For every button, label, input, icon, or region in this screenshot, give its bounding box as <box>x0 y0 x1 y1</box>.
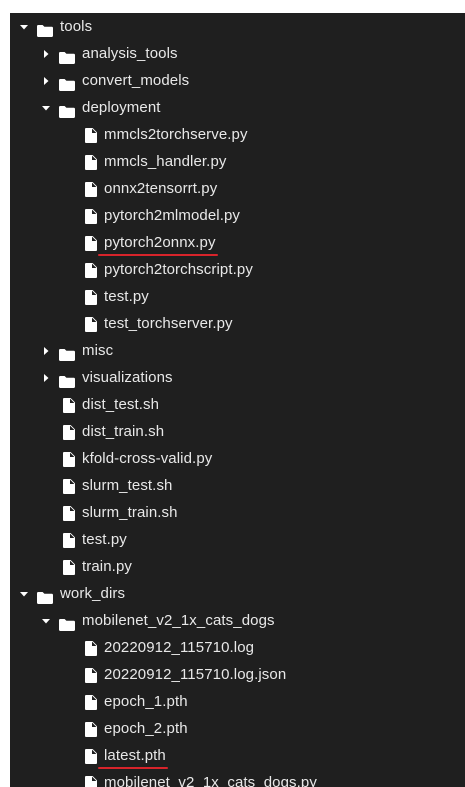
tree-item-label: epoch_1.pth <box>104 693 188 710</box>
folder-convert-models[interactable]: convert_models <box>10 67 465 94</box>
file-slurm-test-sh[interactable]: slurm_test.sh <box>10 472 465 499</box>
tree-item-label: mmcls_handler.py <box>104 153 227 170</box>
tree-item-label: test.py <box>104 288 149 305</box>
tree-item-label: visualizations <box>82 369 173 386</box>
tree-item-label: mmcls2torchserve.py <box>104 126 248 143</box>
file-pytorch2torchscript-py[interactable]: pytorch2torchscript.py <box>10 256 465 283</box>
file-icon <box>84 774 98 787</box>
file-onnx2tensorrt-py[interactable]: onnx2tensorrt.py <box>10 175 465 202</box>
tree-item-label: dist_test.sh <box>82 396 160 413</box>
folder-mobilenet-v2-1x-cats-dogs[interactable]: mobilenet_v2_1x_cats_dogs <box>10 607 465 634</box>
tree-item-label: test.py <box>82 531 127 548</box>
tree-item-label: mobilenet_v2_1x_cats_dogs <box>82 612 275 629</box>
chevron-right-icon[interactable] <box>40 337 54 364</box>
folder-deployment[interactable]: deployment <box>10 94 465 121</box>
tree-item-label: dist_train.sh <box>82 423 165 440</box>
file-test-py[interactable]: test.py <box>10 283 465 310</box>
tree-item-label: convert_models <box>82 72 190 89</box>
chevron-down-icon[interactable] <box>40 94 54 121</box>
chevron-down-icon[interactable] <box>40 607 54 634</box>
folder-misc[interactable]: misc <box>10 337 465 364</box>
file-epoch-1-pth[interactable]: epoch_1.pth <box>10 688 465 715</box>
tree-item-label: kfold-cross-valid.py <box>82 450 213 467</box>
chevron-down-icon[interactable] <box>18 580 32 607</box>
tree-item-label: analysis_tools <box>82 45 178 62</box>
tree-item-label: work_dirs <box>60 585 126 602</box>
file-mobilenet-v2-1x-cats-dogs-py[interactable]: mobilenet_v2_1x_cats_dogs.py <box>10 769 465 787</box>
folder-analysis-tools[interactable]: analysis_tools <box>10 40 465 67</box>
file-test-torchserver-py[interactable]: test_torchserver.py <box>10 310 465 337</box>
file-latest-pth[interactable]: latest.pth <box>10 742 465 769</box>
chevron-right-icon[interactable] <box>40 40 54 67</box>
file-pytorch2onnx-py[interactable]: pytorch2onnx.py <box>10 229 465 256</box>
tree-item-label: misc <box>82 342 114 359</box>
tree-item-label: tools <box>60 18 93 35</box>
folder-visualizations[interactable]: visualizations <box>10 364 465 391</box>
file-kfold-cross-valid-py[interactable]: kfold-cross-valid.py <box>10 445 465 472</box>
tree-item-label: deployment <box>82 99 161 116</box>
file-tree: tools analysis_tools convert_modelsdeploym… <box>10 13 465 787</box>
file-mmcls-handler-py[interactable]: mmcls_handler.py <box>10 148 465 175</box>
file-dist-test-sh[interactable]: dist_test.sh <box>10 391 465 418</box>
tree-item-label: pytorch2torchscript.py <box>104 261 253 278</box>
file-20220912-115710-log[interactable]: 20220912_115710.log <box>10 634 465 661</box>
tree-item-label: 20220912_115710.log.json <box>104 666 287 683</box>
tree-item-label: slurm_train.sh <box>82 504 178 521</box>
chevron-right-icon[interactable] <box>40 67 54 94</box>
chevron-right-icon[interactable] <box>40 364 54 391</box>
file-pytorch2mlmodel-py[interactable]: pytorch2mlmodel.py <box>10 202 465 229</box>
file-dist-train-sh[interactable]: dist_train.sh <box>10 418 465 445</box>
tree-item-label: pytorch2mlmodel.py <box>104 207 241 224</box>
folder-tools[interactable]: tools <box>10 13 465 40</box>
chevron-down-icon[interactable] <box>18 13 32 40</box>
tree-item-label: latest.pth <box>104 747 166 764</box>
tree-item-label: mobilenet_v2_1x_cats_dogs.py <box>104 774 317 787</box>
tree-item-label: train.py <box>82 558 132 575</box>
tree-item-label: epoch_2.pth <box>104 720 188 737</box>
folder-work-dirs[interactable]: work_dirs <box>10 580 465 607</box>
file-epoch-2-pth[interactable]: epoch_2.pth <box>10 715 465 742</box>
file-slurm-train-sh[interactable]: slurm_train.sh <box>10 499 465 526</box>
tree-item-label: 20220912_115710.log <box>104 639 255 656</box>
tree-item-label: slurm_test.sh <box>82 477 173 494</box>
tree-item-label: pytorch2onnx.py <box>104 234 216 251</box>
file-20220912-115710-log-json[interactable]: 20220912_115710.log.json <box>10 661 465 688</box>
file-test-py[interactable]: test.py <box>10 526 465 553</box>
file-mmcls2torchserve-py[interactable]: mmcls2torchserve.py <box>10 121 465 148</box>
file-train-py[interactable]: train.py <box>10 553 465 580</box>
tree-item-label: onnx2tensorrt.py <box>104 180 218 197</box>
file-browser-panel: tools analysis_tools convert_modelsdeploym… <box>10 13 465 787</box>
tree-item-label: test_torchserver.py <box>104 315 233 332</box>
